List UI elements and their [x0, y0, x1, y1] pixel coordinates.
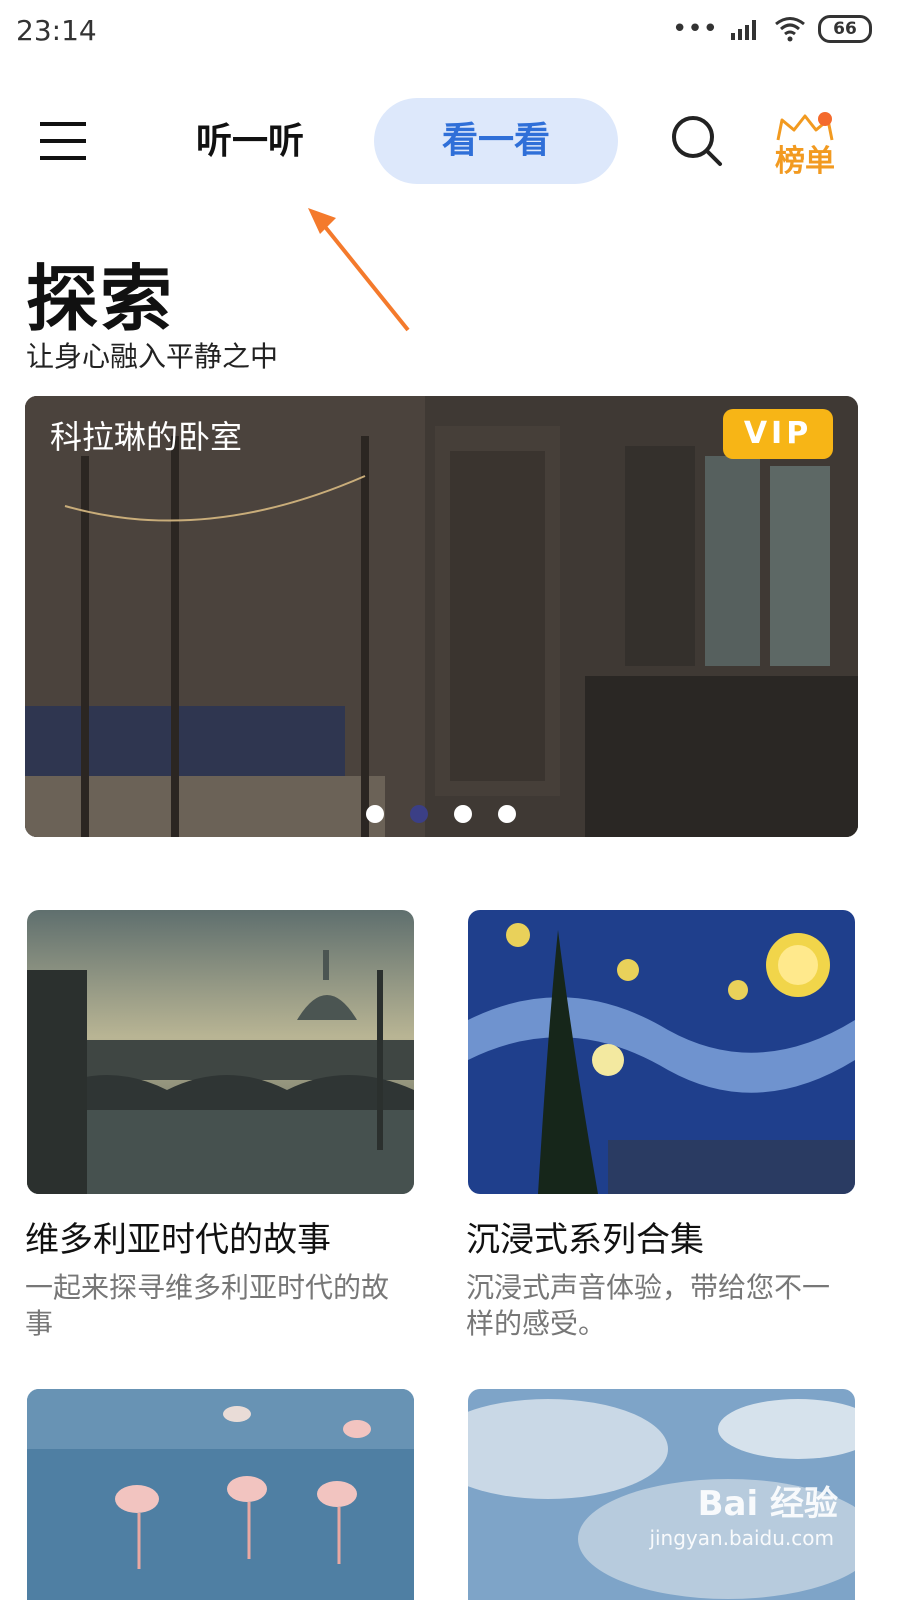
- watermark-url: jingyan.baidu.com: [649, 1526, 834, 1550]
- hero-banner[interactable]: [25, 396, 858, 837]
- card-victorian-desc-line1: 一起来探寻维多利亚时代的故: [25, 1271, 390, 1304]
- hero-image: [25, 396, 858, 837]
- card-flamingo-image[interactable]: [27, 1389, 414, 1600]
- hero-title: 科拉琳的卧室: [50, 418, 243, 456]
- card-immersive-image[interactable]: [468, 910, 855, 1194]
- carousel-dot[interactable]: [454, 805, 472, 823]
- battery-indicator: 66: [818, 15, 872, 43]
- card-victorian-image[interactable]: [27, 910, 414, 1194]
- watermark-brand: Bai 经验: [697, 1484, 838, 1524]
- status-icons: ••• 66: [672, 14, 872, 44]
- more-dots-icon: •••: [671, 14, 718, 44]
- card-victorian-desc-line2: 事: [25, 1307, 54, 1340]
- card-immersive-desc-line2: 样的感受。: [466, 1307, 607, 1340]
- carousel-dot[interactable]: [498, 805, 516, 823]
- status-bar: 23:14 ••• 66: [0, 0, 900, 60]
- page-subtitle: 让身心融入平静之中: [26, 340, 279, 373]
- vip-badge: VIP: [723, 409, 833, 459]
- carousel-dot[interactable]: [366, 805, 384, 823]
- tab-watch[interactable]: 看一看: [374, 98, 618, 184]
- card-immersive-desc-line1: 沉浸式声音体验，带给您不一: [466, 1271, 831, 1304]
- signal-icon: [731, 20, 756, 40]
- carousel-dot-active[interactable]: [410, 805, 428, 823]
- rank-button[interactable]: 榜单: [772, 110, 838, 179]
- page-title: 探索: [26, 257, 175, 341]
- rank-label: 榜单: [775, 144, 835, 179]
- card-immersive-title[interactable]: 沉浸式系列合集: [466, 1212, 704, 1261]
- search-icon[interactable]: [670, 114, 724, 168]
- status-time: 23:14: [16, 14, 97, 47]
- card-victorian-title[interactable]: 维多利亚时代的故事: [25, 1212, 331, 1261]
- wifi-icon: [775, 17, 805, 42]
- notification-dot: [818, 112, 832, 126]
- menu-icon[interactable]: [40, 118, 86, 164]
- annotation-arrow: [308, 208, 410, 332]
- tab-listen[interactable]: 听一听: [160, 118, 340, 166]
